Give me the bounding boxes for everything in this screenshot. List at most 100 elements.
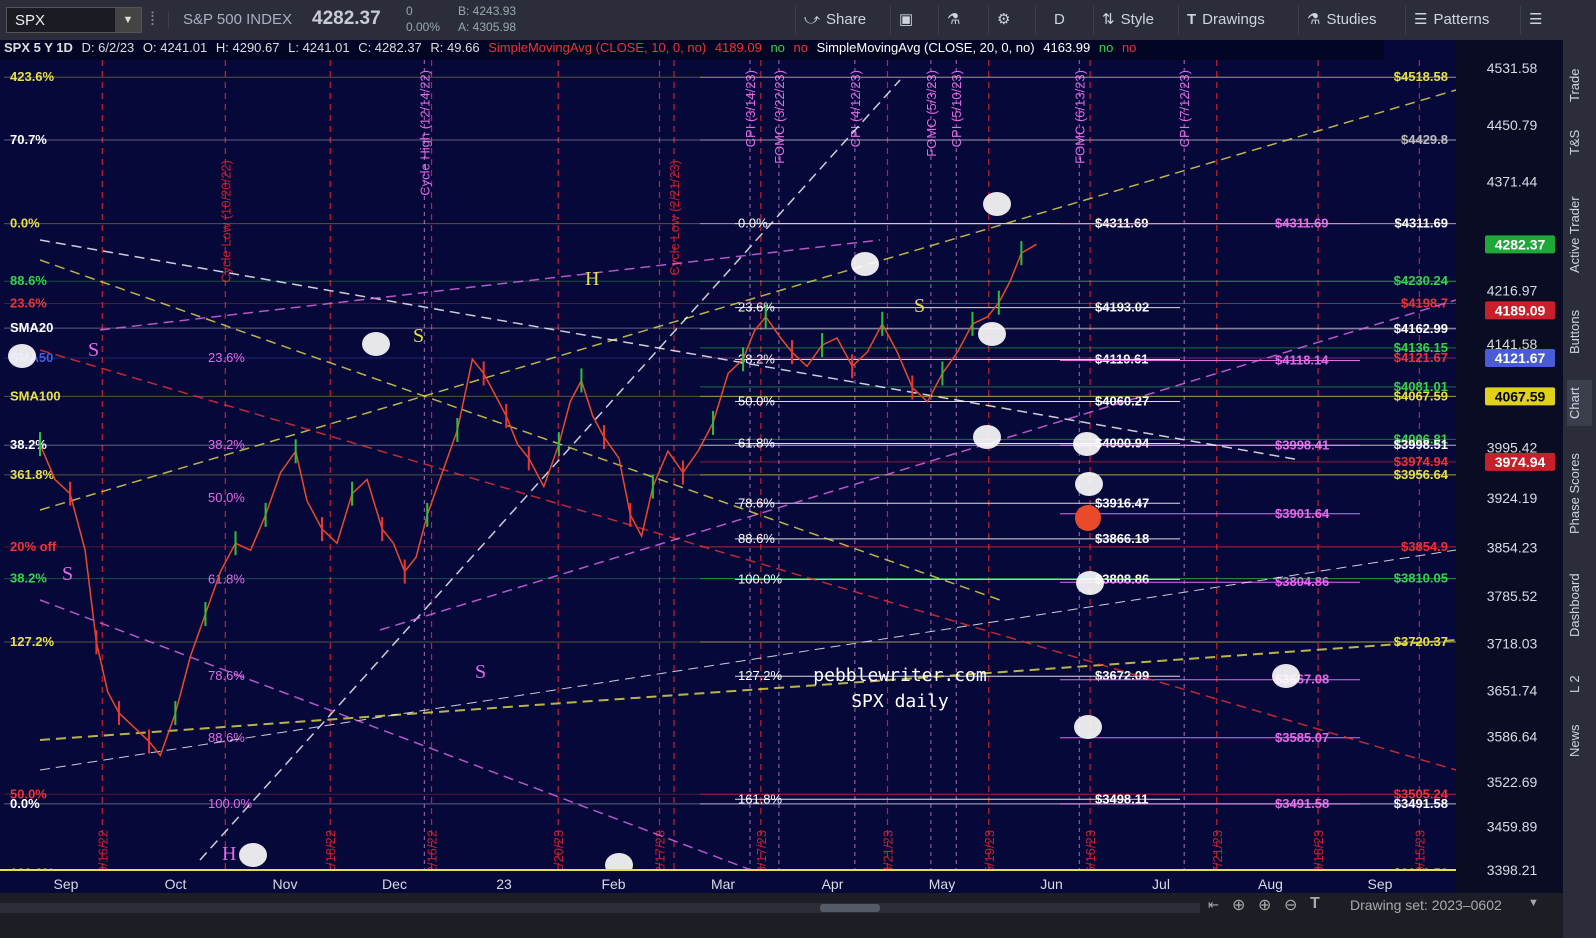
link-icon[interactable]: ⁞ [150,9,155,30]
target-circle [1076,571,1104,595]
fib-value-label: $3866.18 [1095,531,1149,546]
left-level-label: 361.8% [10,467,55,482]
period-button[interactable]: D [1035,6,1083,34]
price-badge-label: 4282.37 [1495,236,1546,252]
pattern-letter: H [222,843,236,865]
cycle-line-label: Cycle Low (2/21/23) [667,160,682,276]
tab-phase-scores[interactable]: Phase Scores [1567,444,1592,544]
pattern-letter: S [475,661,486,683]
sma10-label[interactable]: SimpleMovingAvg (CLOSE, 10, 0, no) [488,40,706,55]
chart-canvas[interactable]: Cycle Low (10/20/22) Cycle Low (2/21/23) 9… [0,40,1563,893]
sma20-flag-a: no [1098,40,1114,55]
toolbar: SPX ▼ ⁞ S&P 500 INDEX 4282.37 0 0.00% B:… [0,0,1596,41]
fib-pct-label: 61.8% [738,435,775,450]
cycle-line-label: 3/17/23 [754,830,769,873]
fib-pct-label: 23.6% [208,350,245,365]
target-circle [1073,432,1101,456]
scroll-left-icon[interactable]: ⇤ [1208,897,1219,913]
x-tick-label: Sep [1368,876,1393,892]
y-tick-label: 3586.64 [1487,729,1538,745]
tab-chart[interactable]: Chart [1567,380,1592,426]
text-tool-icon[interactable]: T [1310,895,1320,913]
tab-news[interactable]: News [1567,716,1592,766]
tab-dashboard[interactable]: Dashboard [1567,560,1592,650]
studies-button[interactable]: ⚗ Studies [1298,6,1385,34]
drawing-set-label[interactable]: Drawing set: 2023–0602 [1350,897,1502,913]
cycle-line-label: 5/19/23 [982,830,997,873]
drawings-label: Drawings [1202,11,1265,28]
event-line-label: CPI (7/12/23) [1177,70,1192,147]
settings-button[interactable]: ⚙ [988,6,1018,34]
cycle-line-label: 6/16/23 [1083,830,1098,873]
bid-price: B: 4243.93 [458,4,517,18]
x-tick-label: Dec [382,876,407,892]
tab-trade[interactable]: Trade [1567,60,1592,110]
event-line-label: FOMC (6/13/23) [1072,70,1087,164]
menu-button[interactable]: ☰ [1520,6,1550,34]
tab-times-sales[interactable]: T&S [1567,122,1592,162]
share-icon: ⤻ [804,11,821,28]
y-tick-label: 3522.69 [1487,774,1538,790]
magenta-level-label: $4118.14 [1275,353,1329,368]
target-circle [1075,472,1103,496]
gear-icon: ⚙ [997,11,1011,28]
sma20-label[interactable]: SimpleMovingAvg (CLOSE, 20, 0, no) [817,40,1035,55]
pattern-letter: S [413,325,424,347]
zoom-in-icon[interactable]: ⊕ [1258,895,1271,915]
y-tick-label: 4450.79 [1487,117,1538,133]
sma20-flag-b: no [1121,40,1137,55]
tab-buttons[interactable]: Buttons [1567,302,1592,362]
event-line-label: FOMC (5/3/23) [924,70,939,157]
y-tick-label: 4216.97 [1487,283,1538,299]
fib-pct-label: 23.6% [738,300,775,315]
price-badge-label: 4121.67 [1495,350,1546,366]
pattern-letter: H [585,268,599,290]
last-price: 4282.37 [312,8,381,29]
symbol-selector[interactable]: SPX ▼ [6,7,142,33]
price-badge-label: 4067.59 [1495,388,1546,404]
y-tick-label: 3459.89 [1487,818,1538,834]
y-tick-label: 3785.52 [1487,588,1538,604]
symbol-text: SPX [15,12,46,29]
fib-pct-label: 127.2% [738,668,783,683]
fib-value-label: $3916.47 [1095,495,1149,510]
horizontal-scrollbar[interactable] [0,903,1200,913]
header-range: R: 49.66 [430,40,480,55]
style-button[interactable]: ⇅ Style [1093,6,1162,34]
zoom-out-icon[interactable]: ⊖ [1284,895,1297,915]
magenta-level-label: $3585.07 [1275,730,1329,745]
left-level-label: 127.2% [10,634,55,649]
share-button[interactable]: ⤻ Share [795,6,874,34]
chevron-down-icon[interactable]: ▼ [1528,897,1539,909]
x-tick-label: Feb [601,876,625,892]
tab-active-trader[interactable]: Active Trader [1567,180,1592,290]
tab-level2[interactable]: L 2 [1567,666,1592,702]
side-tabs: Trade T&S Active Trader Buttons Chart Ph… [1563,40,1596,938]
x-tick-label: Mar [711,876,735,892]
y-tick-label: 3651.74 [1487,683,1538,699]
crosshair-icon[interactable]: ⊕ [1232,895,1245,915]
pattern-letter: S [62,563,73,585]
pattern-letter: S [88,339,99,361]
fib-value-label: $4119.61 [1095,352,1149,367]
drawings-button[interactable]: T Drawings [1178,6,1273,34]
patterns-button[interactable]: ☰ Patterns [1405,6,1497,34]
target-circle [851,252,879,276]
x-tick-label: 23 [496,876,512,892]
left-level-label: 0.0% [10,796,40,811]
x-tick-label: Jun [1040,876,1063,892]
flask-icon: ⚗ [947,11,961,28]
cycle-line-label: 1/20/23 [551,830,566,873]
chevron-down-icon[interactable]: ▼ [115,8,141,32]
scroll-thumb[interactable] [820,904,880,912]
cycle-line-label: 7/21/23 [1210,830,1225,873]
cycle-line-label: 8/18/23 [1311,830,1326,873]
fib-value-label: $4193.02 [1095,300,1149,315]
price-badge-label: 4189.09 [1495,302,1546,318]
price-chart[interactable]: Cycle Low (10/20/22) Cycle Low (2/21/23) 9… [0,40,1563,893]
fib-value-label: $4000.94 [1095,435,1150,450]
magenta-level-label: $3804.86 [1275,574,1329,589]
flask-button[interactable]: ⚗ [938,6,968,34]
x-tick-label: Nov [273,876,298,892]
snapshot-button[interactable]: ▣ [890,6,921,34]
